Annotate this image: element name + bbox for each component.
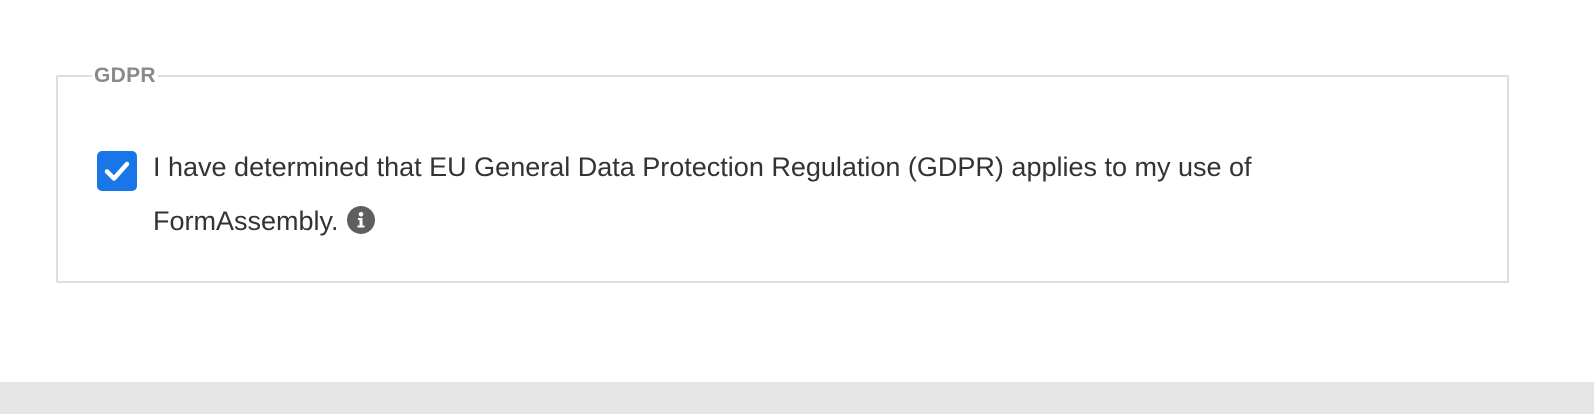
page: GDPR I have determined that EU General D… (0, 0, 1594, 414)
gdpr-legend: GDPR (92, 63, 158, 89)
gdpr-checkbox[interactable] (97, 151, 137, 191)
gdpr-fieldset: GDPR I have determined that EU General D… (56, 63, 1509, 283)
info-icon[interactable] (346, 205, 375, 234)
footer-band (0, 382, 1594, 414)
checkmark-icon (104, 161, 130, 181)
gdpr-label-text: I have determined that EU General Data P… (153, 152, 1252, 236)
gdpr-checkbox-label[interactable]: I have determined that EU General Data P… (153, 140, 1363, 248)
gdpr-checkbox-row[interactable]: I have determined that EU General Data P… (97, 140, 1397, 248)
